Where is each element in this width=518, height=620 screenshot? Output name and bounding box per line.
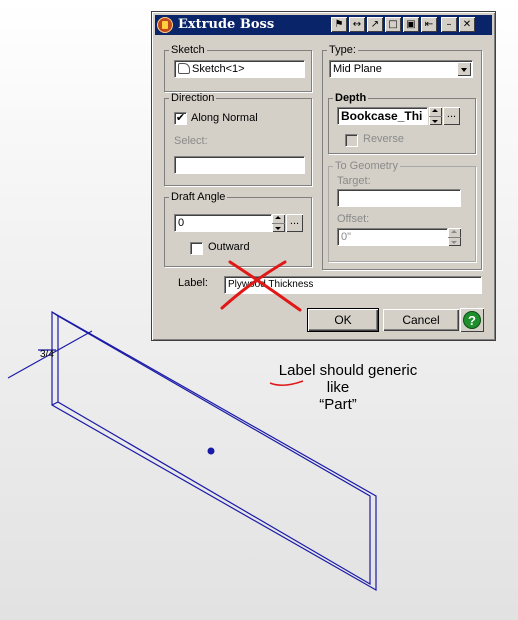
reverse-label: Reverse [363, 133, 404, 145]
draft-angle-field[interactable]: 0 [174, 214, 272, 232]
extrude-icon [157, 17, 173, 33]
depth-value: Bookcase_Thi [341, 109, 423, 123]
sketch-value: Sketch<1> [192, 63, 245, 75]
expand-icon[interactable]: ↗ [367, 17, 383, 32]
minimize-button[interactable]: – [441, 17, 457, 32]
annotation-line1: Label should generic [278, 362, 418, 379]
type-select[interactable]: Mid Plane [329, 60, 473, 78]
depth-spinner[interactable] [429, 107, 442, 125]
restore-icon[interactable]: □ [385, 17, 401, 32]
part-center-point [207, 447, 215, 455]
offset-field[interactable]: 0" [337, 228, 448, 246]
to-geometry-legend: To Geometry [335, 160, 398, 172]
annotation-line2: like [326, 379, 350, 396]
draft-angle-value: 0 [178, 217, 185, 229]
sketch-icon [178, 63, 190, 74]
annotation-line3: “Part” [319, 396, 357, 413]
select-field[interactable] [174, 156, 305, 174]
draft-angle-browse-button[interactable]: ... [286, 214, 303, 232]
label-caption: Label: [178, 277, 208, 289]
type-legend: Type: [329, 44, 356, 56]
annotation-note: Label should generic like “Part” [258, 362, 438, 413]
depth-field[interactable]: Bookcase_Thi [337, 107, 428, 125]
offset-value: 0" [341, 231, 352, 243]
part-edge-top [51, 311, 59, 317]
close-button[interactable]: ✕ [459, 17, 475, 32]
outward-checkbox[interactable] [190, 242, 203, 255]
pin-icon[interactable]: ⚑ [331, 17, 347, 32]
direction-legend: Direction [171, 92, 215, 104]
tile-icon[interactable]: ▣ [403, 17, 419, 32]
part-edge-bottom [51, 401, 59, 406]
cancel-button[interactable]: Cancel [383, 309, 459, 331]
offset-spinner[interactable] [448, 228, 461, 246]
depth-legend: Depth [335, 92, 367, 104]
chevron-down-icon[interactable] [457, 62, 471, 76]
type-value: Mid Plane [333, 63, 382, 75]
dock-icon[interactable]: ⇤ [421, 17, 437, 32]
dimension-text[interactable]: 3/4 [40, 349, 54, 360]
dialog-title: Extrude Boss [178, 17, 275, 32]
depth-browse-button[interactable]: ... [443, 107, 460, 125]
draft-angle-spinner[interactable] [272, 214, 285, 232]
offset-label: Offset: [337, 213, 370, 225]
collapse-icon[interactable]: ↔ [349, 17, 365, 32]
sketch-field[interactable]: Sketch<1> [174, 60, 305, 78]
along-normal-checkbox[interactable]: ✔ [174, 112, 187, 125]
help-icon: ? [463, 311, 481, 329]
ok-button[interactable]: OK [307, 308, 379, 332]
reverse-checkbox[interactable] [345, 134, 358, 147]
outward-label: Outward [208, 241, 250, 253]
along-normal-label: Along Normal [191, 112, 258, 124]
label-field[interactable]: Plywood Thickness [224, 276, 482, 294]
select-label: Select: [174, 135, 208, 147]
target-field[interactable] [337, 189, 461, 207]
draft-angle-legend: Draft Angle [171, 191, 226, 203]
target-label: Target: [337, 175, 371, 187]
title-bar[interactable]: Extrude Boss ⚑ ↔ ↗ □ ▣ ⇤ – ✕ [155, 15, 492, 35]
sketch-legend: Sketch [171, 44, 205, 56]
extrude-boss-dialog: Extrude Boss ⚑ ↔ ↗ □ ▣ ⇤ – ✕ Sketch Sket… [151, 11, 496, 341]
help-button[interactable]: ? [460, 308, 484, 332]
label-value: Plywood Thickness [228, 279, 314, 290]
